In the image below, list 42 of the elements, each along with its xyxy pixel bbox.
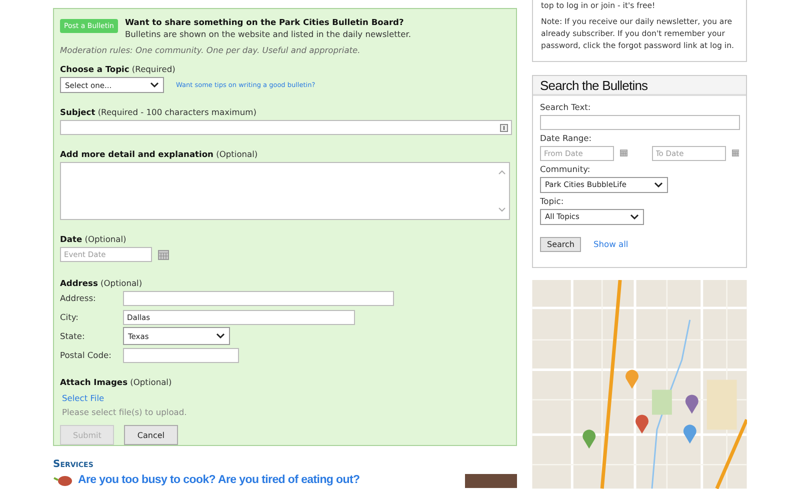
moderation-rules: Moderation rules: One community. One per day. Useful and appropriate.	[60, 45, 362, 55]
field-label: Add more detail and explanation (Optional)	[60, 149, 259, 159]
field-label: Attach Images (Optional)	[60, 377, 173, 387]
form-button[interactable]: Cancel	[124, 425, 178, 445]
address-input-field[interactable]	[123, 290, 394, 306]
select-file-link[interactable]: Select File	[62, 393, 510, 403]
field-label: Date Range:	[540, 132, 593, 143]
search-button[interactable]: Search	[540, 236, 582, 252]
show-all-link[interactable]: Show all	[593, 239, 628, 250]
panel-title: Search the Bulletins	[533, 76, 746, 96]
photo-placeholder	[465, 474, 517, 488]
field-label: Choose a Topic (Required)	[60, 64, 176, 74]
calendar-icon[interactable]	[620, 148, 628, 158]
address-field-label: State:	[60, 331, 86, 341]
form-heading: Want to share something on the Park Cities Bulletin Board?	[124, 16, 405, 28]
chevron-down-icon	[216, 333, 225, 339]
search-text-field[interactable]	[540, 114, 740, 130]
field-label: Community:	[540, 164, 592, 174]
field-label: Address (Optional)	[60, 278, 144, 288]
field-label: Date (Optional)	[60, 234, 128, 244]
section-title: Services	[53, 459, 94, 470]
address-field-label: City:	[60, 312, 80, 322]
calendar-icon[interactable]	[732, 148, 739, 158]
subject-field[interactable]	[60, 120, 512, 135]
map-drawing[interactable]	[532, 280, 747, 489]
text-counter-icon	[500, 124, 508, 132]
form-subheading: Bulletins are shown on the website and listed in the daily newsletter.	[124, 28, 411, 40]
chevron-down-icon	[630, 214, 639, 220]
chevron-down-icon	[654, 182, 663, 188]
detail-textarea[interactable]	[60, 162, 510, 220]
chevron-down-icon	[150, 82, 159, 88]
service-headline-link[interactable]: Are you too busy to cook? Are you tired of eating out?	[78, 474, 360, 486]
field-label: Topic:	[540, 196, 565, 206]
calendar-icon[interactable]	[158, 250, 169, 260]
scrollbar-arrows-icon	[498, 168, 506, 214]
address-field-label: Postal Code:	[60, 350, 112, 360]
address-input-field[interactable]	[123, 348, 239, 362]
field-label: Search Text:	[540, 102, 592, 112]
upload-note: Please select file(s) to upload.	[62, 407, 188, 417]
pepper-icon	[53, 474, 73, 486]
field-label: Subject (Required - 100 characters maximum)	[60, 107, 258, 117]
address-field-label: Address:	[60, 293, 97, 303]
